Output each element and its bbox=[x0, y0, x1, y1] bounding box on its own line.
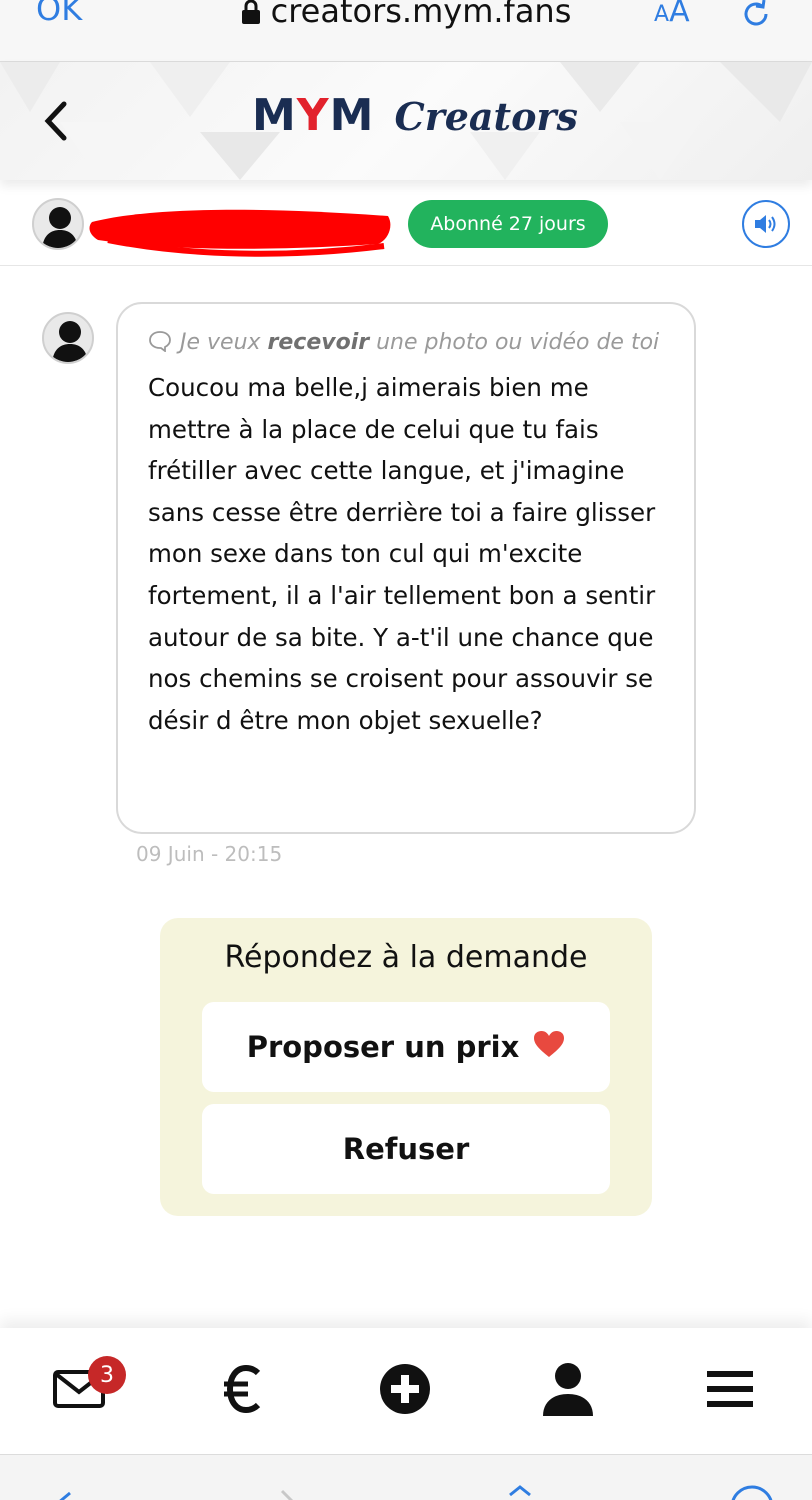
redacted-username-mark bbox=[89, 209, 391, 257]
conversation-user-bar: Abonné 27 jours bbox=[0, 190, 812, 266]
speaker-icon[interactable] bbox=[742, 200, 790, 248]
browser-url-text: creators.mym.fans bbox=[270, 0, 572, 30]
chat-bubble-icon bbox=[148, 325, 172, 367]
logo-creators: Creators bbox=[394, 94, 578, 139]
hamburger-menu-icon bbox=[707, 1369, 753, 1413]
unread-count-badge: 3 bbox=[88, 1356, 126, 1394]
browser-toolbar bbox=[0, 1454, 812, 1500]
tab-profile[interactable] bbox=[518, 1328, 618, 1454]
propose-price-button[interactable]: Proposer un prix bbox=[202, 1002, 610, 1092]
app-header: MYM Creators bbox=[0, 62, 812, 180]
tab-earnings[interactable] bbox=[192, 1328, 292, 1454]
reload-icon[interactable] bbox=[738, 0, 774, 36]
refuse-button[interactable]: Refuser bbox=[202, 1104, 610, 1194]
browser-url[interactable]: creators.mym.fans bbox=[0, 0, 812, 32]
message-bubble: Je veux recevoir une photo ou vidéo de t… bbox=[116, 302, 696, 834]
response-panel: Répondez à la demande Proposer un prix R… bbox=[160, 918, 652, 1216]
response-panel-title: Répondez à la demande bbox=[224, 940, 588, 975]
message-text: Coucou ma belle,j aimerais bien me mettr… bbox=[148, 373, 656, 735]
fan-avatar[interactable] bbox=[32, 198, 84, 250]
tab-menu[interactable] bbox=[680, 1328, 780, 1454]
euro-icon bbox=[222, 1364, 262, 1417]
message-sender-avatar bbox=[42, 312, 94, 364]
message-timestamp: 09 Juin - 20:15 bbox=[136, 842, 283, 866]
tab-create[interactable] bbox=[355, 1328, 455, 1454]
browser-address-bar: OK creators.mym.fans AA bbox=[0, 0, 812, 62]
user-icon bbox=[541, 1362, 595, 1420]
logo-mym: MYM bbox=[252, 90, 375, 141]
subscription-badge: Abonné 27 jours bbox=[408, 200, 608, 248]
lock-icon bbox=[241, 0, 261, 32]
browser-toolbar-icons bbox=[59, 1485, 773, 1500]
back-chevron-icon[interactable] bbox=[36, 96, 76, 146]
heart-icon bbox=[533, 1030, 565, 1065]
bottom-tab-bar: 3 bbox=[0, 1328, 812, 1454]
request-type-line: Je veux recevoir une photo ou vidéo de t… bbox=[148, 322, 666, 367]
mym-creators-logo: MYM Creators bbox=[252, 90, 578, 150]
plus-circle-icon bbox=[379, 1363, 431, 1419]
tab-messages[interactable]: 3 bbox=[30, 1328, 130, 1454]
text-size-button[interactable]: AA bbox=[654, 0, 690, 29]
